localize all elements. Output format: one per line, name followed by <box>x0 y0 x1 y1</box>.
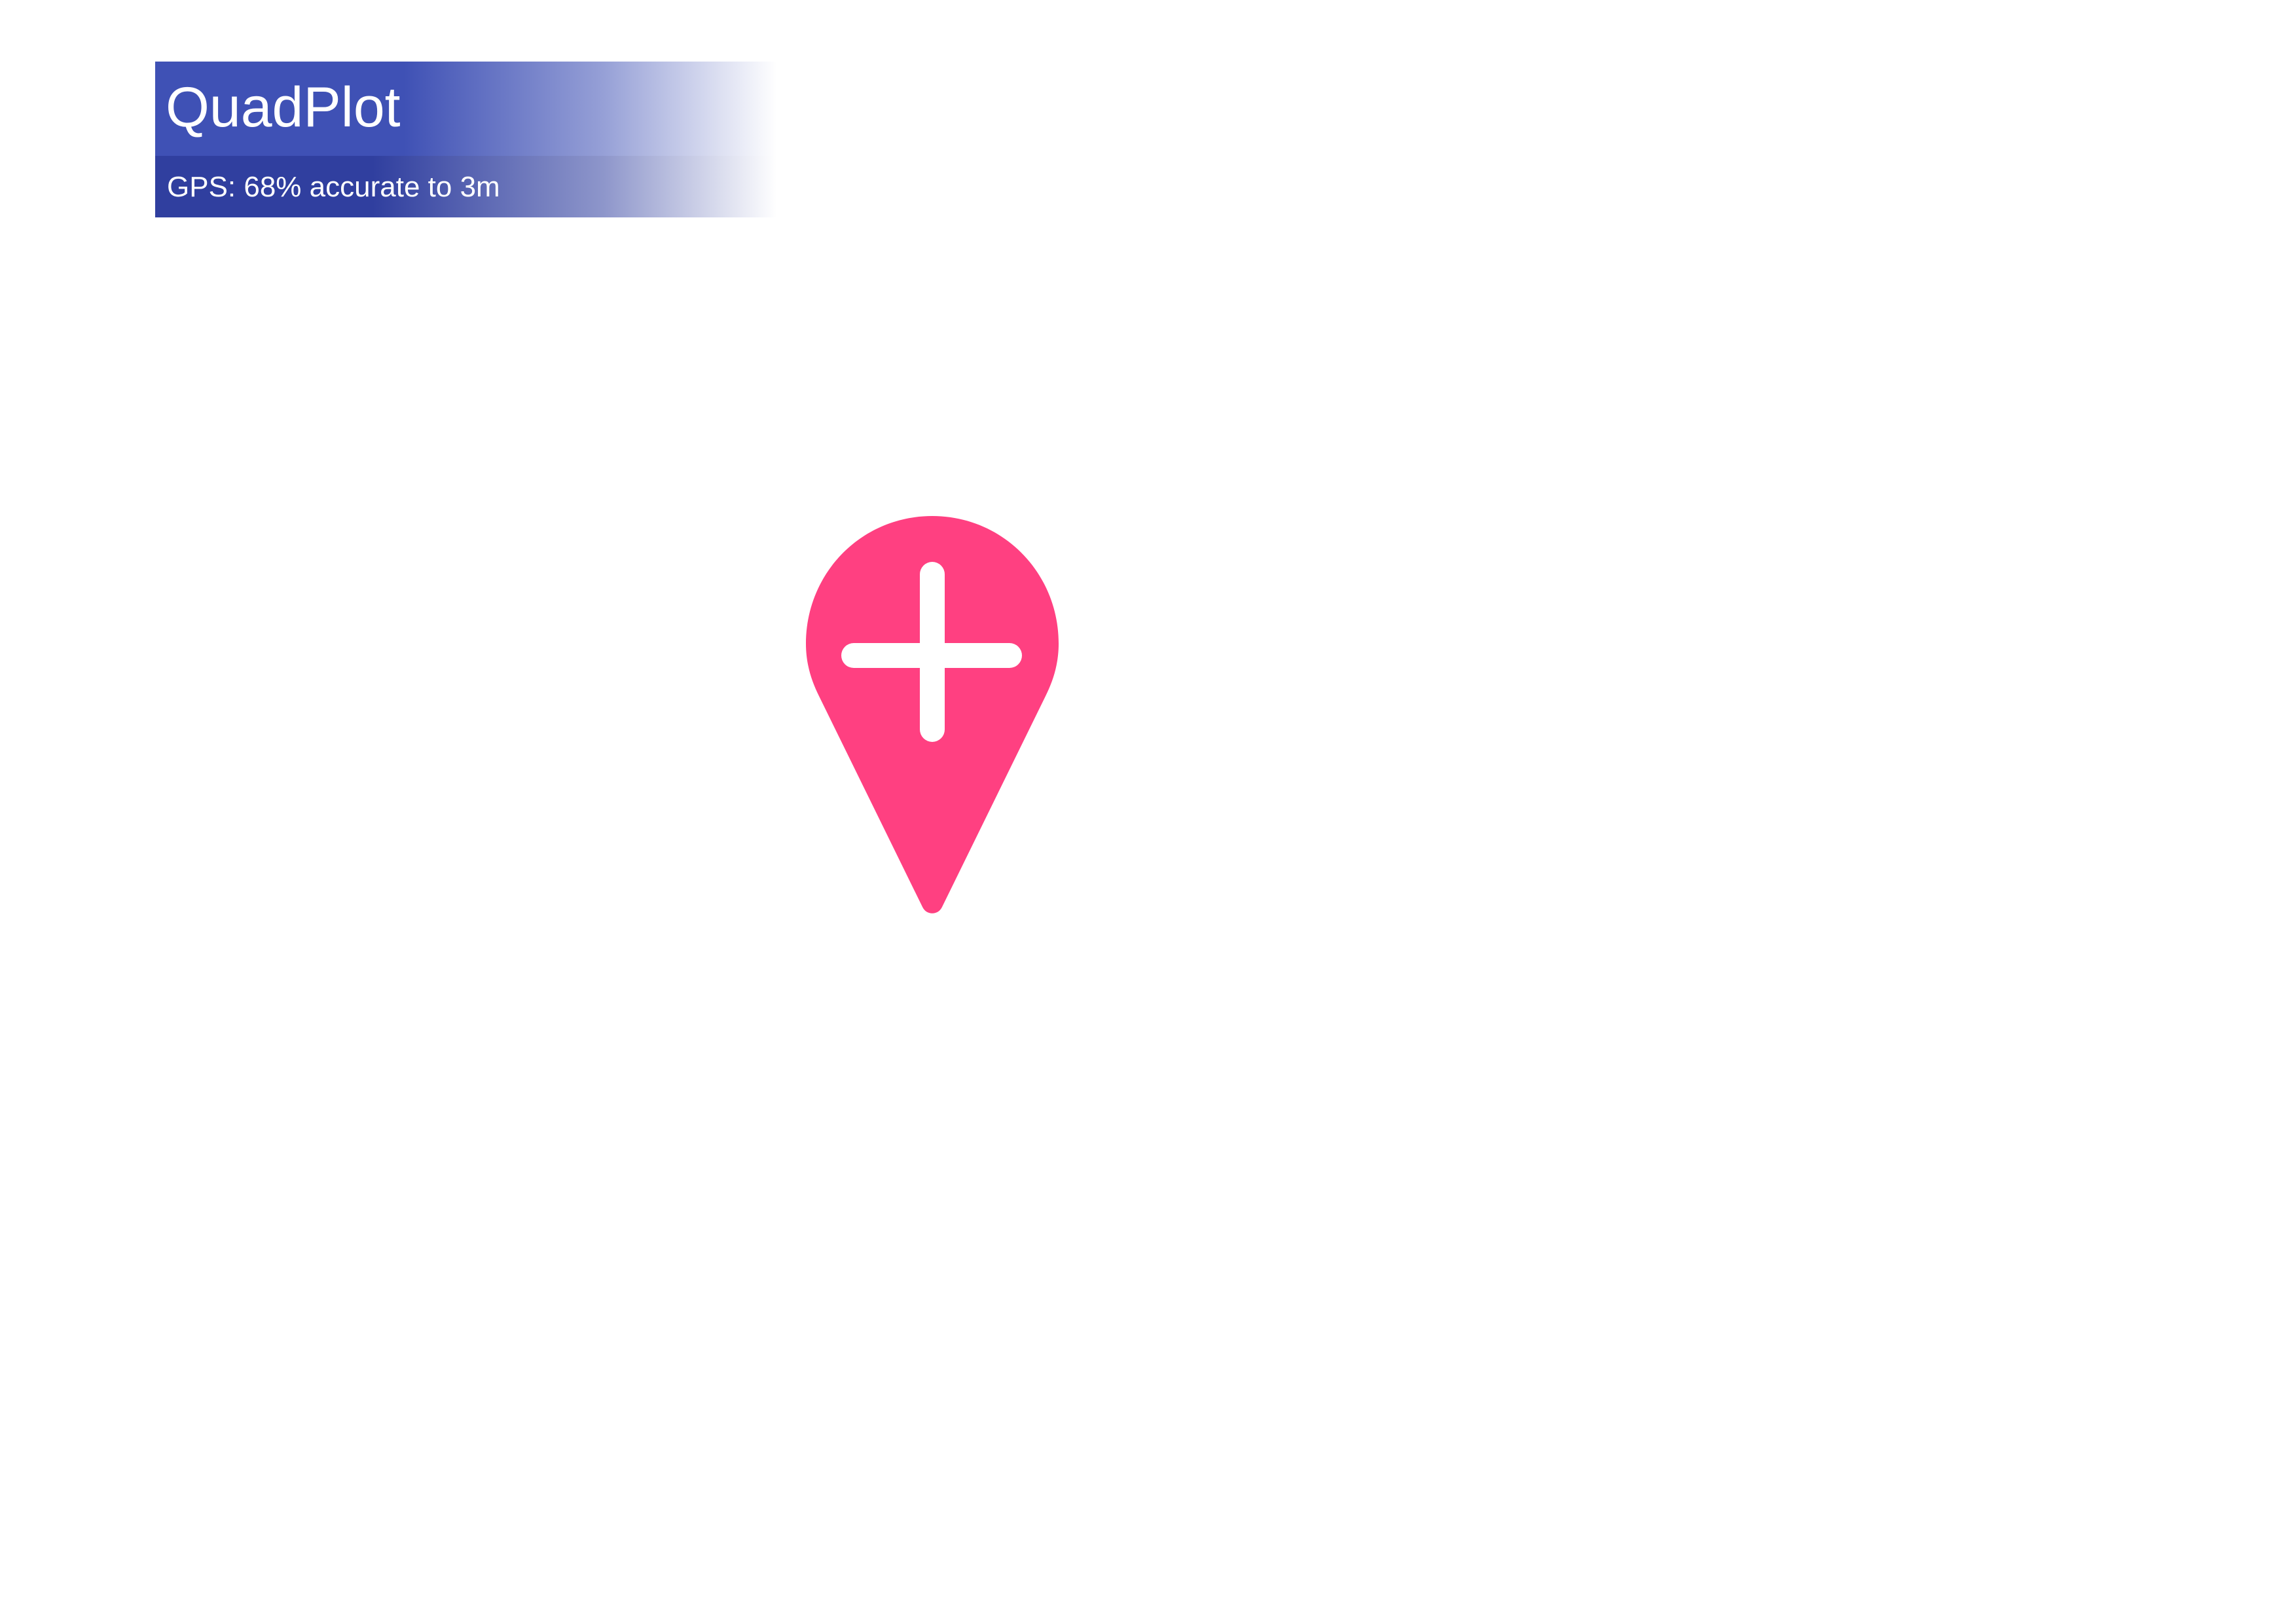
plus-horizontal-bar <box>841 643 1022 668</box>
gps-status-bar: GPS: 68% accurate to 3m <box>155 156 777 217</box>
gps-status-text: GPS: 68% accurate to 3m <box>167 171 500 203</box>
add-point-button[interactable] <box>806 516 1059 919</box>
app-canvas: QuadPlot GPS: 68% accurate to 3m <box>0 0 2296 1624</box>
title-bar: QuadPlot <box>155 62 777 156</box>
map-pin-plus-icon <box>806 516 1059 913</box>
app-title: QuadPlot <box>166 76 401 139</box>
app-header: QuadPlot GPS: 68% accurate to 3m <box>155 62 777 217</box>
